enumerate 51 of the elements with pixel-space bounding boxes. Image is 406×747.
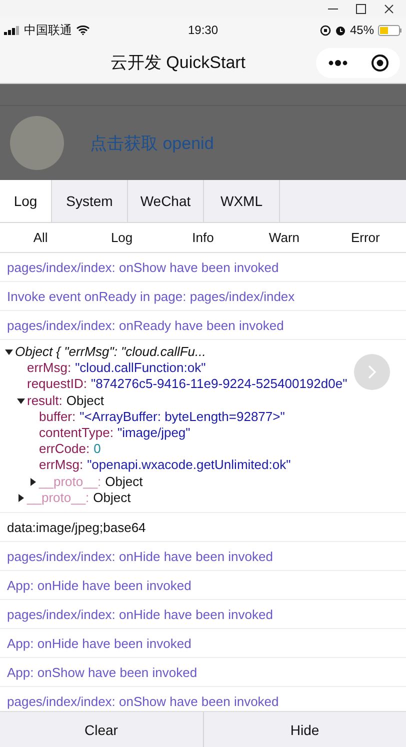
property-key: errMsg: [27, 360, 72, 376]
property-key: __proto__: [27, 490, 90, 506]
close-target-icon[interactable] [370, 54, 388, 72]
log-filter-tab[interactable]: Error [324, 223, 406, 252]
object-summary: Object { "errMsg": "cloud.callFu... [15, 344, 206, 360]
maximize-icon[interactable] [356, 4, 366, 14]
property-value: "image/jpeg" [117, 425, 190, 442]
property-value: "cloud.callFunction:ok" [75, 360, 206, 376]
expanded-triangle-icon[interactable] [5, 348, 13, 356]
property-key: requestID: [27, 376, 87, 393]
log-message: pages/index/index: onShow have been invoked [0, 253, 406, 282]
close-icon[interactable] [384, 4, 394, 14]
minimize-icon[interactable] [328, 8, 338, 10]
property-key: errMsg: [39, 457, 84, 474]
log-filter-tab[interactable]: Warn [244, 223, 325, 252]
signal-icon [4, 26, 20, 34]
rotation-lock-icon [320, 24, 331, 36]
property-value: Object [93, 490, 131, 506]
log-message: App: onHide have been invoked [0, 571, 406, 600]
more-icon[interactable] [328, 60, 348, 66]
alarm-clock-icon [334, 24, 346, 36]
log-message: data:image/jpeg;base64 [0, 513, 406, 542]
chevron-right-icon [367, 364, 377, 380]
log-message: pages/index/index: onHide have been invoked [0, 542, 406, 572]
log-message: pages/index/index: onReady have been invoked [0, 311, 406, 340]
clock-time: 19:30 [188, 23, 218, 37]
log-filter-tab[interactable]: All [0, 223, 82, 252]
property-key: errCode: [39, 441, 90, 458]
property-key: buffer: [39, 408, 76, 426]
log-message: pages/index/index: onHide have been invoked [0, 600, 406, 630]
property-value: 0 [94, 441, 101, 458]
page-title: 云开发 QuickStart [109, 52, 247, 74]
property-value: "openapi.wxacode.getUnlimited:ok" [87, 457, 291, 474]
property-value: Object [66, 392, 104, 409]
property-value: "<ArrayBuffer: byteLength=92877>" [80, 408, 285, 426]
wifi-icon [76, 25, 90, 35]
property-value: Object [105, 474, 143, 490]
property-key: contentType: [39, 425, 114, 442]
property-key: result: [27, 392, 62, 409]
log-filter-tab[interactable]: Info [162, 223, 244, 252]
console-tab[interactable]: Log [0, 180, 52, 222]
battery-icon [378, 24, 402, 36]
log-message: App: onShow have been invoked [0, 658, 406, 688]
log-message: App: onHide have been invoked [0, 629, 406, 658]
property-value: "874276c5-9416-11e9-9224-525400192d0e" [90, 376, 348, 393]
log-message: Invoke event onReady in page: pages/index/index [0, 282, 406, 311]
expanded-triangle-icon[interactable] [17, 396, 25, 405]
property-key: __proto__: [39, 474, 102, 490]
log-filter-tab[interactable]: Log [81, 223, 162, 252]
battery-percentage: 45% [350, 23, 374, 37]
carrier-name: 中国联通 [24, 22, 72, 38]
